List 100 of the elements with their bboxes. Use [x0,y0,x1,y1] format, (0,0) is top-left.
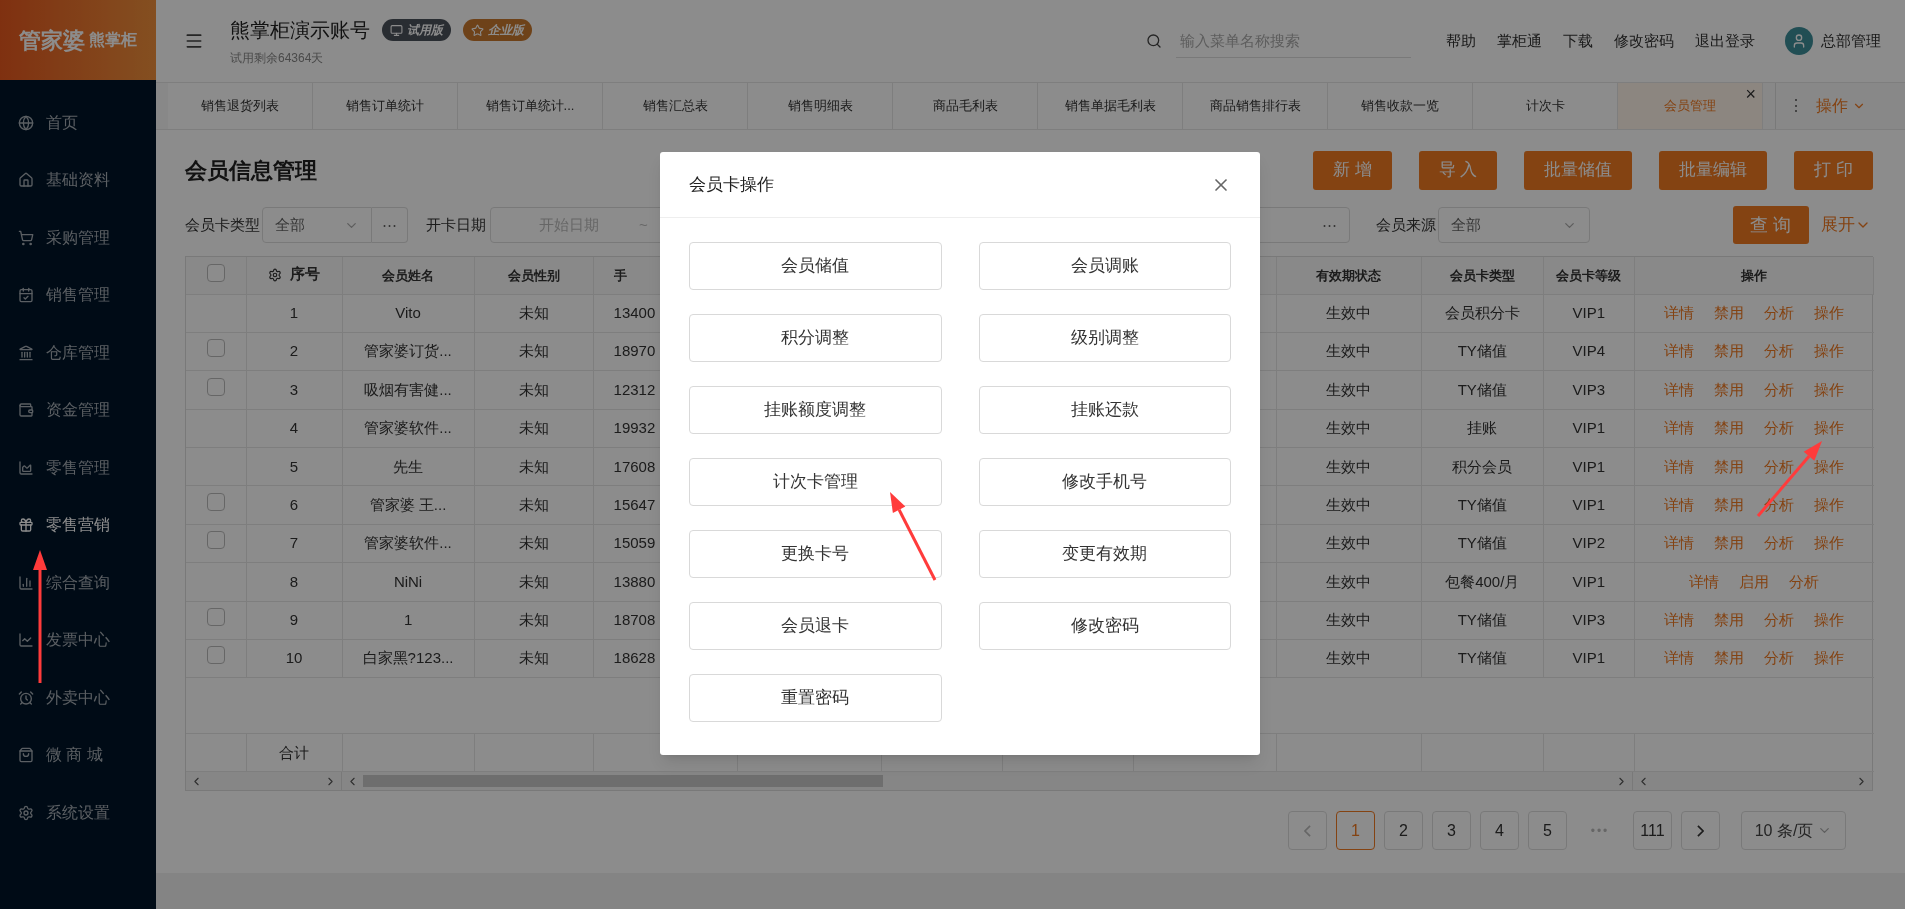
checkbox[interactable] [206,263,225,282]
header-link[interactable]: 修改密码 [1614,29,1674,53]
sidebar-item[interactable]: 发票中心 [0,611,156,669]
tab[interactable]: 销售退货列表 [168,83,313,129]
row-action-link[interactable]: 分析 [1789,570,1820,594]
row-action-link[interactable]: 详情 [1689,570,1720,594]
checkbox[interactable] [206,531,225,550]
tab[interactable]: 计次卡 [1473,83,1618,129]
tab[interactable]: 商品销售排行表 [1183,83,1328,129]
row-action-link[interactable]: 分析 [1764,340,1795,363]
column-header[interactable]: 会员卡类型 [1449,267,1515,283]
row-action-link[interactable]: 详情 [1664,609,1695,632]
row-action-link[interactable]: 详情 [1664,647,1695,670]
page-button[interactable]: 4 [1480,811,1519,851]
row-action-link[interactable]: 分析 [1764,609,1795,632]
expand-link[interactable]: 展开 [1821,212,1871,238]
row-action-link[interactable]: 禁用 [1714,493,1745,517]
tab[interactable]: 销售明细表 [748,83,893,129]
column-header[interactable]: 有效期状态 [1316,267,1382,283]
action-button[interactable]: 批量储值 [1524,150,1633,190]
page-button[interactable]: 1 [1336,811,1375,851]
sidebar-item[interactable]: 系统设置 [0,784,156,842]
row-action-link[interactable]: 禁用 [1714,378,1745,402]
dialog-option-button[interactable]: 更换卡号 [689,530,942,578]
row-action-link[interactable]: 禁用 [1714,417,1745,440]
checkbox[interactable] [206,646,225,665]
checkbox[interactable] [206,377,225,396]
sidebar-item[interactable]: 零售管理 [0,439,156,497]
column-header[interactable]: 会员姓名 [382,267,435,283]
dialog-option-button[interactable]: 重置密码 [689,674,942,722]
row-action-link[interactable]: 禁用 [1714,301,1745,325]
row-action-link[interactable]: 操作 [1814,378,1845,402]
dialog-option-button[interactable]: 修改密码 [978,602,1231,650]
row-action-link[interactable]: 分析 [1764,417,1795,440]
header-link[interactable]: 掌柜通 [1497,29,1542,53]
dialog-option-button[interactable]: 修改手机号 [978,458,1231,506]
dialog-option-button[interactable]: 级别调整 [978,314,1231,362]
row-action-link[interactable]: 禁用 [1714,532,1745,555]
row-action-link[interactable]: 分析 [1764,532,1795,555]
row-action-link[interactable]: 详情 [1664,493,1695,517]
dialog-option-button[interactable]: 计次卡管理 [689,458,942,506]
row-action-link[interactable]: 详情 [1664,378,1695,402]
row-action-link[interactable]: 禁用 [1714,455,1745,478]
tab[interactable]: 销售汇总表 [603,83,748,129]
row-action-link[interactable]: 操作 [1814,609,1845,632]
row-action-link[interactable]: 分析 [1764,455,1795,478]
card-type-select[interactable]: 全部 [262,207,372,243]
dialog-option-button[interactable]: 会员调账 [978,242,1231,290]
row-action-link[interactable]: 详情 [1664,455,1695,478]
more-button[interactable]: ⋯ [372,207,408,243]
checkbox[interactable] [206,492,225,511]
tab[interactable]: 销售订单统计 [313,83,458,129]
action-button[interactable]: 批量编辑 [1659,150,1768,190]
sidebar-item[interactable]: 采购管理 [0,209,156,267]
header-link[interactable]: 退出登录 [1695,29,1755,53]
row-action-link[interactable]: 禁用 [1714,340,1745,363]
action-button[interactable]: 打 印 [1794,150,1873,190]
dialog-option-button[interactable]: 积分调整 [689,314,942,362]
scrollbar-thumb[interactable] [363,775,883,788]
avatar[interactable] [1785,27,1813,55]
row-action-link[interactable]: 操作 [1814,417,1845,440]
tab-menu-button[interactable]: 操作 [1816,94,1866,118]
query-button[interactable]: 查 询 [1733,206,1809,244]
row-action-link[interactable]: 详情 [1664,340,1695,363]
row-action-link[interactable]: 操作 [1814,493,1845,517]
row-action-link[interactable]: 操作 [1814,455,1845,478]
column-header[interactable]: 操作 [1740,267,1767,283]
page-button[interactable]: 5 [1528,811,1567,851]
row-action-link[interactable]: 操作 [1814,301,1845,325]
sidebar-item[interactable]: 微 商 城 [0,726,156,784]
dialog-option-button[interactable]: 挂账额度调整 [689,386,942,434]
column-header[interactable]: 会员性别 [507,267,560,283]
checkbox[interactable] [206,339,225,358]
tab[interactable]: 商品毛利表 [893,83,1038,129]
tab[interactable]: 会员管理 × [1618,83,1763,129]
row-action-link[interactable]: 分析 [1764,301,1795,325]
row-action-link[interactable]: 详情 [1664,532,1695,555]
row-action-link[interactable]: 分析 [1764,378,1795,402]
tab[interactable]: 销售收款一览 [1328,83,1473,129]
checkbox[interactable] [206,608,225,627]
next-page-button[interactable] [1681,811,1720,851]
sidebar-item[interactable]: 基础资料 [0,151,156,209]
user-name[interactable]: 总部管理 [1821,29,1881,53]
row-action-link[interactable]: 详情 [1664,417,1695,440]
settings-icon[interactable] [268,267,282,282]
sidebar-item[interactable]: 资金管理 [0,381,156,439]
tab[interactable]: 销售单据毛利表 [1038,83,1183,129]
row-action-link[interactable]: 操作 [1814,340,1845,363]
sidebar-item[interactable]: 仓库管理 [0,324,156,382]
row-action-link[interactable]: 操作 [1814,532,1845,555]
header-link[interactable]: 下载 [1563,29,1593,53]
row-action-link[interactable]: 禁用 [1714,647,1745,670]
sidebar-item[interactable]: 外卖中心 [0,669,156,727]
source-select[interactable]: 全部 [1438,207,1590,243]
row-action-link[interactable]: 分析 [1764,647,1795,670]
row-action-link[interactable]: 详情 [1664,301,1695,325]
dialog-option-button[interactable]: 会员退卡 [689,602,942,650]
column-header[interactable]: 序号 [290,263,320,286]
row-action-link[interactable]: 操作 [1814,647,1845,670]
page-button[interactable]: 111 [1633,811,1672,851]
